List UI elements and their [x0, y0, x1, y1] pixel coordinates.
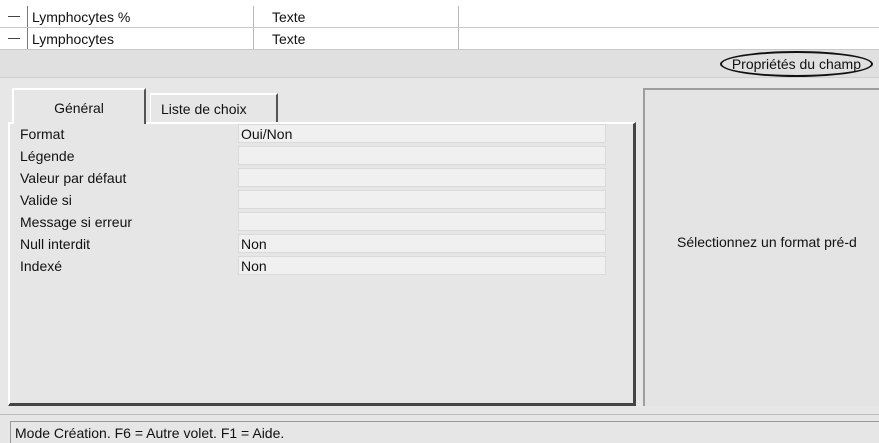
- property-label: Format: [20, 126, 65, 142]
- field-name-cell[interactable]: Lymphocytes: [32, 31, 246, 47]
- property-row-format[interactable]: Format Oui/Non: [20, 124, 610, 145]
- property-value-input[interactable]: Oui/Non: [238, 124, 606, 143]
- properties-header: Propriétés du champ: [0, 50, 879, 78]
- property-label: Légende: [20, 148, 75, 164]
- status-text: Mode Création. F6 = Autre volet. F1 = Ai…: [10, 421, 879, 443]
- property-label: Valide si: [20, 192, 72, 208]
- property-value-input[interactable]: Non: [238, 256, 606, 275]
- status-bar: Mode Création. F6 = Autre volet. F1 = Ai…: [0, 414, 879, 443]
- property-row-legende[interactable]: Légende: [20, 146, 610, 167]
- field-name-cell[interactable]: Lymphocytes %: [32, 9, 246, 25]
- property-label: Message si erreur: [20, 214, 133, 230]
- property-row-null-interdit[interactable]: Null interdit Non: [20, 234, 610, 255]
- property-value-input[interactable]: [238, 146, 606, 165]
- tab-liste-de-choix[interactable]: Liste de choix: [150, 93, 278, 123]
- help-pane: Sélectionnez un format pré-d: [643, 88, 879, 406]
- data-type-cell[interactable]: Texte: [272, 31, 452, 47]
- property-label: Null interdit: [20, 236, 91, 252]
- property-label: Indexé: [20, 258, 63, 274]
- property-row-valide-si[interactable]: Valide si: [20, 190, 610, 211]
- property-row-valeur-par-defaut[interactable]: Valeur par défaut: [20, 168, 610, 189]
- properties-pane: Liste de choix Général Format Oui/Non Lé…: [8, 88, 636, 406]
- data-type-cell[interactable]: Texte: [272, 9, 452, 25]
- property-row-message-si-erreur[interactable]: Message si erreur: [20, 212, 610, 233]
- row-selector[interactable]: [0, 28, 28, 49]
- property-value-input[interactable]: [238, 190, 606, 209]
- property-value-input[interactable]: [238, 212, 606, 231]
- table-row[interactable]: Lymphocytes Texte: [0, 28, 879, 50]
- table-row[interactable]: Lymphocytes % Texte: [0, 6, 879, 28]
- fields-grid: Lymphocytes % Texte Lymphocytes Texte: [0, 0, 879, 50]
- property-value-input[interactable]: Non: [238, 234, 606, 253]
- row-selector[interactable]: [0, 6, 28, 27]
- property-label: Valeur par défaut: [20, 170, 127, 186]
- help-text: Sélectionnez un format pré-d: [677, 234, 857, 250]
- tab-general[interactable]: Général: [12, 88, 146, 124]
- tab-content-general: Format Oui/Non Légende Valeur par défaut…: [8, 122, 636, 406]
- property-row-indexe[interactable]: Indexé Non: [20, 256, 610, 277]
- tab-strip: Liste de choix Général: [8, 88, 636, 124]
- property-value-input[interactable]: [238, 168, 606, 187]
- properties-title: Propriétés du champ: [719, 51, 873, 77]
